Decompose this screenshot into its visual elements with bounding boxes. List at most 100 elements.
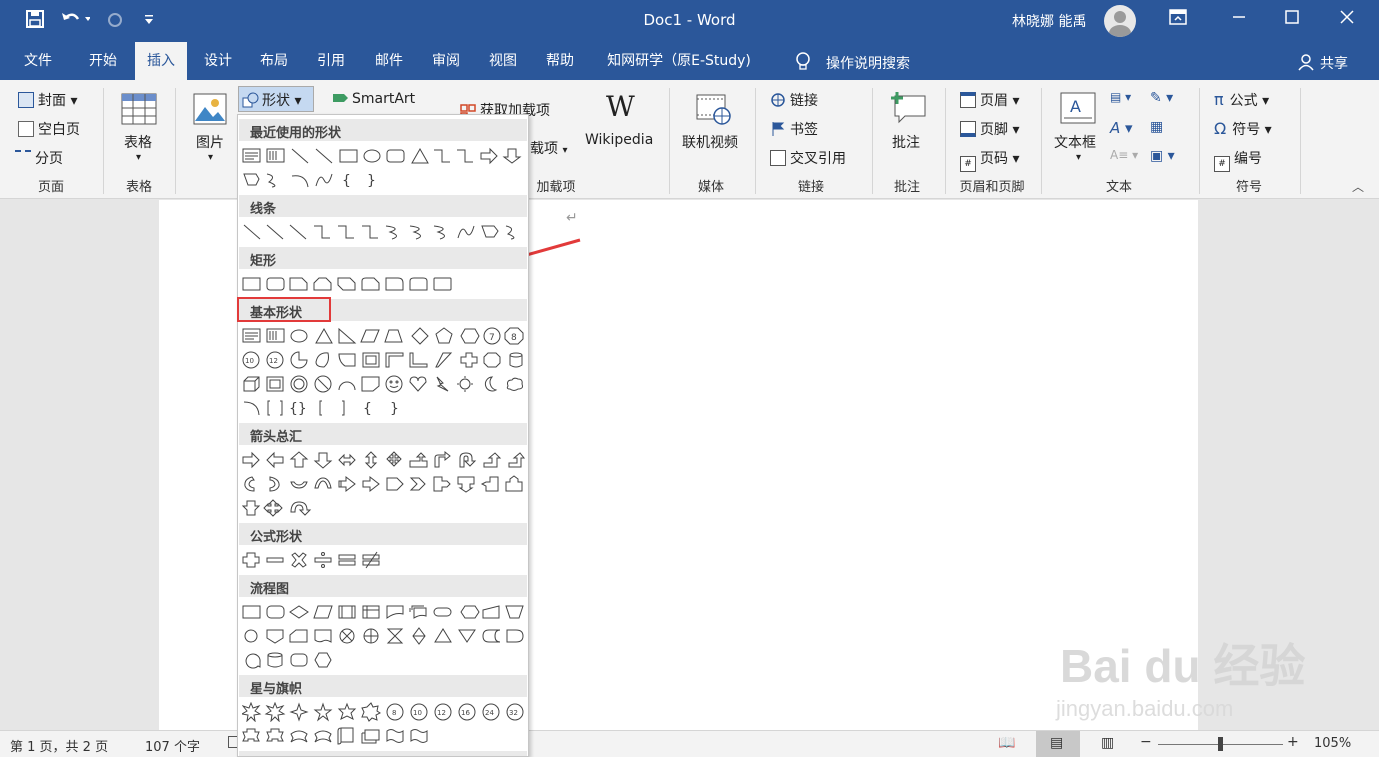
tab-layout[interactable]: 布局 [250, 42, 298, 80]
picture-button[interactable]: 图片 [196, 132, 224, 152]
svg-text:{: { [342, 173, 351, 189]
page-number-icon: # [960, 156, 976, 172]
close-icon[interactable] [1332, 8, 1362, 32]
stars-row[interactable]: 8 10 12 16 24 32 [242, 702, 526, 724]
tab-view[interactable]: 视图 [478, 42, 528, 80]
zoom-in-icon[interactable]: + [1287, 734, 1299, 750]
recent-shapes-row[interactable] [242, 146, 526, 168]
tab-references[interactable]: 引用 [306, 42, 356, 80]
footer-label: 页脚 [980, 122, 1008, 138]
web-layout-icon[interactable]: ▥ [1101, 735, 1114, 751]
online-video-button[interactable]: 联机视频 [682, 132, 738, 152]
cover-page-icon [18, 92, 34, 108]
basic-shapes-row-3[interactable] [242, 374, 526, 396]
tab-insert[interactable]: 插入 [135, 42, 187, 80]
svg-text:16: 16 [461, 709, 470, 717]
tab-mailings[interactable]: 邮件 [364, 42, 414, 80]
equation-button[interactable]: π 公式 ▾ [1214, 90, 1269, 110]
page-number-button[interactable]: # 页码 ▾ [960, 148, 1019, 172]
wordart-icon[interactable]: A ▾ [1110, 119, 1133, 137]
vertical-scrollbar[interactable] [1365, 200, 1379, 730]
user-name[interactable]: 林晓娜 能禹 [1012, 11, 1086, 31]
wikipedia-button[interactable]: Wikipedia [585, 132, 653, 148]
share-button[interactable]: 共享 [1320, 53, 1348, 73]
tab-home[interactable]: 开始 [78, 42, 128, 80]
zoom-out-icon[interactable]: − [1140, 734, 1152, 750]
header-button[interactable]: 页眉 ▾ [960, 90, 1019, 110]
banners-row[interactable] [242, 726, 526, 748]
collapse-ribbon-icon[interactable]: ︿ [1352, 178, 1364, 195]
svg-text:}: } [390, 401, 399, 417]
blank-page-label: 空白页 [38, 122, 80, 138]
shapes-label: 形状 [262, 93, 290, 109]
section-equation-shapes: 公式形状 [239, 523, 527, 545]
divider [669, 88, 670, 194]
flowchart-row-2[interactable] [242, 626, 526, 648]
lines-row[interactable] [242, 222, 526, 244]
number-button[interactable]: # 编号 [1214, 148, 1262, 172]
title-bar: Doc1 - Word 林晓娜 能禹 [0, 0, 1379, 42]
footer-button[interactable]: 页脚 ▾ [960, 119, 1019, 139]
tab-file[interactable]: 文件 [14, 42, 62, 80]
group-label-symbols: 符号 [1235, 180, 1262, 195]
link-icon [770, 92, 786, 108]
ribbon-display-icon[interactable] [1163, 8, 1193, 32]
quick-parts-icon[interactable]: ▤ ▾ [1110, 90, 1131, 104]
watermark-url: jingyan.baidu.com [1056, 696, 1234, 721]
print-layout-icon: ▤ [1050, 735, 1064, 751]
object-icon[interactable]: ▣ ▾ [1150, 148, 1175, 164]
chevron-down-icon[interactable]: ▾ [208, 152, 213, 163]
table-button[interactable]: 表格 [124, 132, 152, 152]
basic-shapes-row-2[interactable]: 10 12 [242, 350, 526, 372]
tell-me-search[interactable]: 操作说明搜索 [826, 53, 910, 73]
share-icon[interactable] [1298, 53, 1316, 75]
page-break-button[interactable]: 分页 [15, 148, 63, 168]
rectangles-row[interactable] [242, 274, 526, 296]
minimize-icon[interactable] [1224, 8, 1254, 32]
bookmark-label: 书签 [790, 122, 818, 138]
comment-icon [889, 90, 927, 124]
signature-line-icon[interactable]: ✎ ▾ [1150, 90, 1173, 106]
word-count[interactable]: 107 个字 [145, 736, 200, 755]
cover-page-button[interactable]: 封面 ▾ [18, 90, 77, 110]
page-count[interactable]: 第 1 页，共 2 页 [10, 736, 108, 755]
block-arrows-row-1[interactable] [242, 450, 526, 472]
svg-text:8: 8 [511, 333, 517, 343]
block-arrows-row-2[interactable] [242, 474, 526, 496]
status-bar: 第 1 页，共 2 页 107 个字 📖 ▤ ▥ − + 105% [0, 730, 1379, 757]
link-button[interactable]: 链接 [770, 90, 818, 110]
comment-button[interactable]: 批注 [892, 132, 920, 152]
divider [1041, 88, 1042, 194]
avatar[interactable] [1104, 5, 1136, 37]
blank-page-button[interactable]: 空白页 [18, 119, 80, 139]
smartart-button[interactable]: SmartArt [332, 90, 415, 107]
tab-design[interactable]: 设计 [194, 42, 242, 80]
maximize-icon[interactable] [1277, 8, 1307, 32]
textbox-button[interactable]: 文本框 [1054, 132, 1096, 152]
chevron-down-icon[interactable]: ▾ [1076, 152, 1081, 163]
block-arrows-row-3[interactable] [242, 498, 526, 520]
divider [755, 88, 756, 194]
cross-reference-button[interactable]: 交叉引用 [770, 148, 846, 168]
tab-estudy[interactable]: 知网研学（原E-Study) [595, 42, 763, 80]
dropcap-icon[interactable]: A≡ ▾ [1110, 148, 1138, 162]
divider [945, 88, 946, 194]
my-addins-button[interactable]: 载项 ▾ [530, 138, 567, 158]
equation-shapes-row[interactable] [242, 550, 526, 572]
symbol-button[interactable]: Ω 符号 ▾ [1214, 119, 1272, 139]
bookmark-button[interactable]: 书签 [770, 119, 818, 139]
shapes-button[interactable]: 形状 ▾ [238, 86, 314, 112]
tab-help[interactable]: 帮助 [535, 42, 585, 80]
basic-shapes-row-4[interactable]: {} {} [242, 398, 526, 420]
zoom-slider-thumb[interactable] [1218, 737, 1223, 751]
date-time-icon[interactable]: ▦ [1150, 119, 1163, 135]
flowchart-row-1[interactable] [242, 602, 526, 624]
read-mode-icon[interactable]: 📖 [998, 735, 1015, 751]
section-flowchart: 流程图 [239, 575, 527, 597]
zoom-level[interactable]: 105% [1314, 736, 1351, 751]
tab-review[interactable]: 审阅 [421, 42, 471, 80]
flowchart-row-3[interactable] [242, 650, 526, 672]
chevron-down-icon[interactable]: ▾ [136, 152, 141, 163]
recent-shapes-row-2[interactable]: {} [242, 170, 526, 192]
basic-shapes-row-1[interactable]: 7 8 [242, 326, 526, 348]
